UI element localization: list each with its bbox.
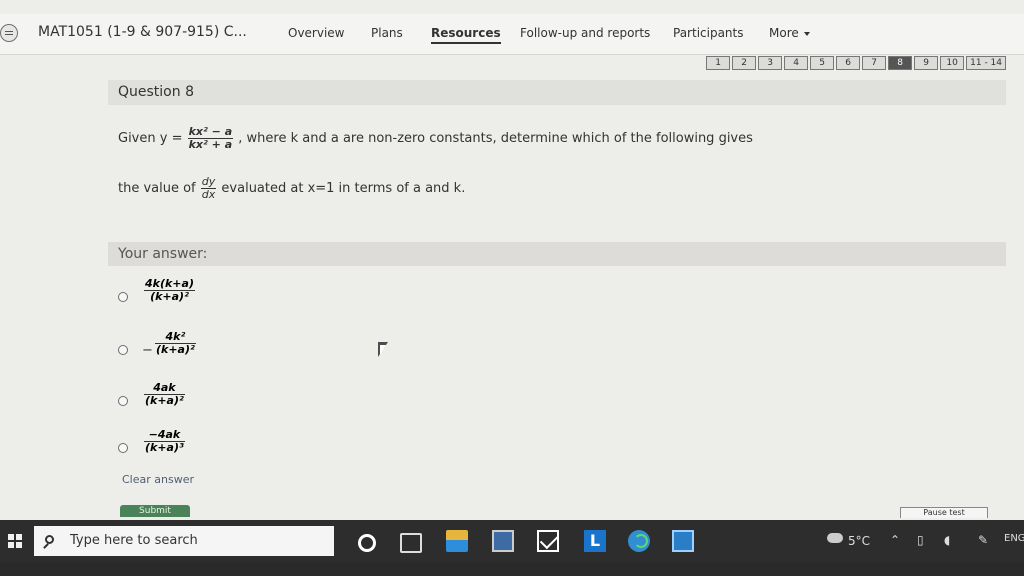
search-placeholder: Type here to search <box>70 533 198 548</box>
answer-radio-4[interactable] <box>118 443 128 453</box>
answer-option-2[interactable]: − 4k² (k+a)² <box>118 331 338 369</box>
page-button-4[interactable]: 4 <box>784 56 809 70</box>
file-explorer-icon[interactable] <box>446 530 468 552</box>
question-pager: 1 2 3 4 5 6 7 8 9 10 11 - 14 <box>706 56 1006 70</box>
answer-denominator-3: (k+a)² <box>145 394 184 407</box>
answer-fraction-4: −4ak (k+a)³ <box>144 429 185 454</box>
language-indicator[interactable]: ENG <box>1004 533 1024 544</box>
question-text-line-2: the value of dy dx evaluated at x=1 in t… <box>118 176 465 201</box>
course-icon <box>0 24 18 42</box>
answer-option-4[interactable]: −4ak (k+a)³ <box>118 429 338 467</box>
nav-more[interactable]: More <box>769 26 810 40</box>
given-fraction: kx² − a kx² + a <box>187 126 234 151</box>
given-suffix: , where k and a are non-zero constants, … <box>238 131 753 146</box>
nav-follow-up-reports[interactable]: Follow-up and reports <box>520 26 650 40</box>
mail-icon[interactable] <box>537 530 559 552</box>
course-title: MAT1051 (1-9 & 907-915) C... <box>38 24 247 40</box>
line2-prefix: the value of <box>118 181 196 196</box>
given-denominator: kx² + a <box>188 138 233 151</box>
question-title: Question 8 <box>118 84 194 100</box>
mouse-cursor-icon <box>378 342 388 357</box>
answer-fraction-1: 4k(k+a) (k+a)² <box>144 278 195 303</box>
search-icon <box>45 535 54 544</box>
question-header: Question 8 <box>108 80 1006 105</box>
answer-radio-1[interactable] <box>118 292 128 302</box>
page-button-6[interactable]: 6 <box>836 56 861 70</box>
nav-overview[interactable]: Overview <box>288 26 345 40</box>
answer-fraction-2: 4k² (k+a)² <box>155 331 196 356</box>
answer-radio-2[interactable] <box>118 345 128 355</box>
answer-radio-3[interactable] <box>118 396 128 406</box>
derivative-denominator: dx <box>201 188 216 201</box>
l-app-icon[interactable]: L <box>584 530 606 552</box>
store-icon[interactable] <box>492 530 514 552</box>
taskbar-search[interactable]: Type here to search <box>34 526 334 556</box>
browser-page: MAT1051 (1-9 & 907-915) C... Overview Pl… <box>0 0 1024 520</box>
given-prefix: Given y = <box>118 131 183 146</box>
line2-suffix: evaluated at x=1 in terms of a and k. <box>221 181 466 196</box>
course-header: MAT1051 (1-9 & 907-915) C... Overview Pl… <box>0 14 1024 55</box>
answer-fraction-3: 4ak (k+a)² <box>144 382 185 407</box>
nav-participants[interactable]: Participants <box>673 26 744 40</box>
more-label: More <box>769 26 799 40</box>
page-button-2[interactable]: 2 <box>732 56 757 70</box>
chevron-down-icon <box>803 31 810 36</box>
answer-denominator-1: (k+a)² <box>150 290 189 303</box>
page-button-5[interactable]: 5 <box>810 56 835 70</box>
derivative-fraction: dy dx <box>200 176 217 201</box>
edge-icon[interactable] <box>628 530 650 552</box>
answer-sign-2: − <box>142 343 153 358</box>
app-icon[interactable] <box>672 530 694 552</box>
page-button-3[interactable]: 3 <box>758 56 783 70</box>
answer-option-3[interactable]: 4ak (k+a)² <box>118 382 338 420</box>
windows-start-icon[interactable] <box>8 534 22 548</box>
answer-header: Your answer: <box>108 242 1006 266</box>
question-text-line-1: Given y = kx² − a kx² + a , where k and … <box>118 126 753 151</box>
clear-answer-link[interactable]: Clear answer <box>122 473 194 486</box>
weather-icon[interactable] <box>827 533 843 543</box>
page-button-1[interactable]: 1 <box>706 56 731 70</box>
cortana-icon[interactable] <box>358 534 376 552</box>
page-button-8[interactable]: 8 <box>888 56 913 70</box>
answer-option-1[interactable]: 4k(k+a) (k+a)² <box>118 278 338 316</box>
page-button-10[interactable]: 10 <box>940 56 965 70</box>
nav-plans[interactable]: Plans <box>371 26 403 40</box>
nav-resources[interactable]: Resources <box>431 26 501 44</box>
system-tray-up-icon[interactable]: ⌃ <box>890 533 900 547</box>
temperature: 5°C <box>848 534 871 548</box>
page-button-9[interactable]: 9 <box>914 56 939 70</box>
windows-taskbar: Type here to search L 5°C ⌃ ▯ ◖ ✎ ENG <box>0 520 1024 562</box>
volume-icon[interactable]: ◖ <box>944 533 950 547</box>
pause-test-button[interactable]: Pause test <box>900 507 988 518</box>
answer-denominator-2: (k+a)² <box>156 343 195 356</box>
task-view-icon[interactable] <box>400 533 422 553</box>
battery-icon[interactable]: ▯ <box>917 533 924 547</box>
page-button-7[interactable]: 7 <box>862 56 887 70</box>
submit-button[interactable]: Submit <box>120 505 190 517</box>
page-button-11-14[interactable]: 11 - 14 <box>966 56 1006 70</box>
answer-title: Your answer: <box>118 246 208 262</box>
pen-icon[interactable]: ✎ <box>978 533 988 547</box>
answer-denominator-4: (k+a)³ <box>145 441 184 454</box>
